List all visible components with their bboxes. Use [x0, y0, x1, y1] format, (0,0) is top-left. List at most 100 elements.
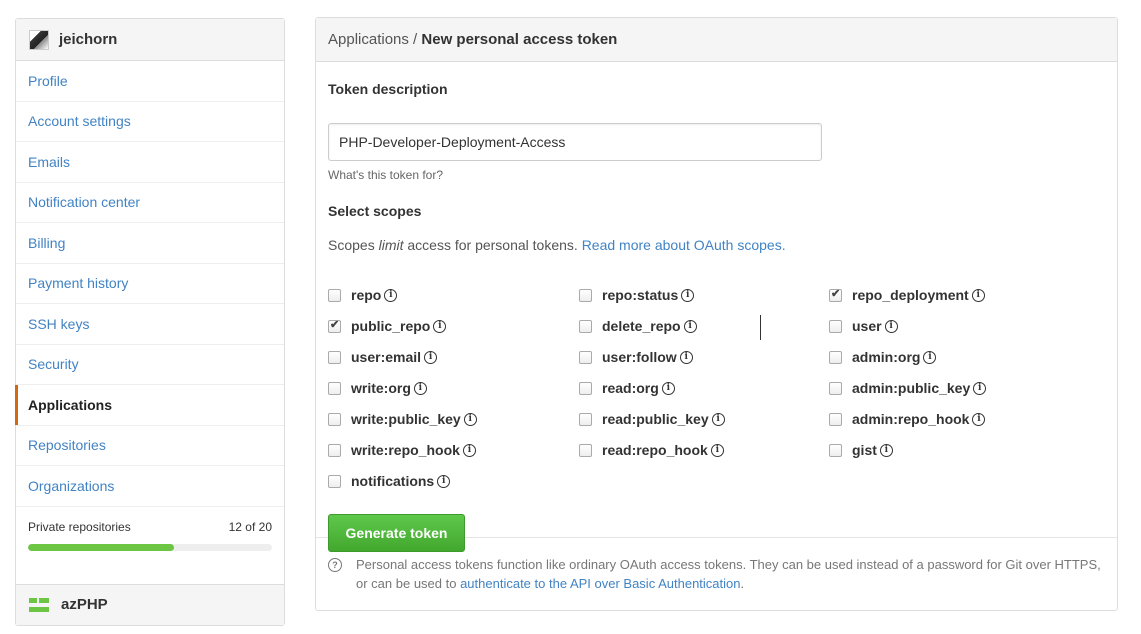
scope-label: admin:repo_hook	[852, 411, 970, 427]
scope-checkbox[interactable]	[829, 412, 842, 426]
scope-notifications[interactable]: notifications i	[328, 473, 451, 489]
token-info-end: .	[740, 576, 745, 591]
scope-checkbox[interactable]	[328, 288, 341, 302]
user-header[interactable]: jeichorn	[16, 19, 284, 61]
sidebar-item-profile[interactable]: Profile	[16, 61, 284, 102]
token-info-footer: ? Personal access tokens function like o…	[316, 538, 1117, 593]
info-icon[interactable]: i	[681, 288, 695, 302]
info-icon[interactable]: i	[971, 288, 985, 302]
scope-checkbox[interactable]	[829, 381, 842, 395]
settings-sidebar: jeichorn Profile Account settings Emails No…	[15, 18, 285, 626]
token-info-text: Personal access tokens function like ord…	[356, 555, 1111, 593]
scope-label: user	[852, 318, 882, 334]
info-icon[interactable]: i	[384, 288, 398, 302]
scope-label: read:public_key	[602, 411, 709, 427]
scope-label: read:org	[602, 380, 659, 396]
info-icon[interactable]: i	[683, 319, 697, 333]
info-icon[interactable]: i	[884, 319, 898, 333]
scope-checkbox[interactable]	[328, 350, 341, 364]
scope-write-public-key[interactable]: write:public_key i	[328, 411, 477, 427]
scope-read-public-key[interactable]: read:public_key i	[579, 411, 725, 427]
scope-read-repo-hook[interactable]: read:repo_hook i	[579, 442, 724, 458]
scope-user-email[interactable]: user:email i	[328, 349, 438, 365]
scope-checkbox[interactable]	[829, 350, 842, 364]
avatar	[29, 29, 49, 50]
scope-checkbox[interactable]	[328, 474, 341, 488]
scope-repo-deployment[interactable]: repo_deploymenti	[829, 287, 985, 303]
scope-admin-public-key[interactable]: admin:public_key i	[829, 380, 987, 396]
sidebar-item-notification-center[interactable]: Notification center	[16, 183, 284, 223]
new-token-panel: Applications / New personal access token…	[315, 17, 1118, 611]
info-icon[interactable]: i	[710, 443, 724, 457]
sidebar-item-organizations[interactable]: Organizations	[16, 466, 284, 507]
private-repositories-meter: Private repositories 12 of 20	[16, 507, 284, 585]
scope-label: write:public_key	[351, 411, 461, 427]
scope-label: admin:public_key	[852, 380, 971, 396]
scope-delete-repo[interactable]: delete_repo i	[579, 318, 697, 334]
scope-label: write:repo_hook	[351, 442, 460, 458]
scope-checkbox[interactable]	[328, 318, 341, 333]
token-description-hint: What's this token for?	[328, 168, 444, 182]
organization-icon	[29, 597, 49, 612]
token-description-input[interactable]	[328, 123, 822, 161]
breadcrumb-current: New personal access token	[421, 31, 618, 48]
oauth-scopes-link[interactable]: Read more about OAuth scopes.	[582, 237, 786, 253]
scope-checkbox[interactable]	[328, 381, 341, 395]
private-repos-label: Private repositories	[28, 519, 131, 534]
private-repos-count: 12 of 20	[228, 519, 272, 534]
scope-checkbox[interactable]	[579, 288, 592, 302]
scope-read-org[interactable]: read:org i	[579, 380, 675, 396]
org-name: azPHP	[61, 596, 108, 613]
basic-auth-link[interactable]: authenticate to the API over Basic Authe…	[460, 576, 740, 591]
sidebar-item-payment-history[interactable]: Payment history	[16, 264, 284, 304]
scope-write-repo-hook[interactable]: write:repo_hook i	[328, 442, 476, 458]
scope-checkbox[interactable]	[829, 319, 842, 333]
scope-label: user:email	[351, 349, 422, 365]
info-icon[interactable]: i	[462, 443, 476, 457]
info-icon[interactable]: i	[413, 381, 427, 395]
private-repos-progress-bar	[28, 543, 272, 551]
sidebar-nav: Profile Account settings Emails Notificatio…	[15, 61, 284, 507]
scope-admin-repo-hook[interactable]: admin:repo_hook i	[829, 411, 986, 427]
scope-write-org[interactable]: write:org i	[328, 380, 427, 396]
breadcrumb-parent[interactable]: Applications	[328, 31, 409, 48]
sidebar-item-security[interactable]: Security	[16, 345, 284, 385]
scope-checkbox[interactable]	[579, 443, 592, 457]
scope-user-follow[interactable]: user:follow i	[579, 349, 693, 365]
org-header[interactable]: azPHP	[16, 584, 284, 625]
scope-user[interactable]: user i	[829, 318, 898, 334]
info-icon[interactable]: i	[424, 350, 438, 364]
info-icon[interactable]: i	[679, 350, 693, 364]
scope-checkbox[interactable]	[579, 319, 592, 333]
info-icon[interactable]: i	[972, 412, 986, 426]
scope-label: notifications	[351, 473, 435, 489]
scope-checkbox[interactable]	[328, 412, 341, 426]
scope-checkbox[interactable]	[829, 443, 842, 457]
scope-checkbox[interactable]	[579, 381, 592, 395]
sidebar-item-emails[interactable]: Emails	[16, 142, 284, 183]
sidebar-item-ssh-keys[interactable]: SSH keys	[16, 304, 284, 345]
scope-admin-org[interactable]: admin:org i	[829, 349, 937, 365]
info-icon[interactable]: i	[463, 412, 477, 426]
info-icon[interactable]: i	[973, 381, 987, 395]
sidebar-item-account-settings[interactable]: Account settings	[16, 102, 284, 142]
info-icon[interactable]: i	[437, 474, 451, 488]
scope-checkbox[interactable]	[829, 287, 842, 302]
info-icon[interactable]: i	[711, 412, 725, 426]
info-icon[interactable]: i	[879, 443, 893, 457]
scope-label: delete_repo	[602, 318, 681, 334]
scope-repo[interactable]: repo i	[328, 287, 398, 303]
info-icon[interactable]: i	[433, 319, 447, 333]
sidebar-item-billing[interactable]: Billing	[16, 223, 284, 264]
scope-gist[interactable]: gist i	[829, 442, 893, 458]
scope-checkbox[interactable]	[579, 350, 592, 364]
scope-checkbox[interactable]	[328, 443, 341, 457]
scope-public-repo[interactable]: public_repoi	[328, 318, 447, 334]
sidebar-item-repositories[interactable]: Repositories	[16, 426, 284, 466]
info-icon[interactable]: i	[923, 350, 937, 364]
info-icon[interactable]: i	[661, 381, 675, 395]
sidebar-item-applications[interactable]: Applications	[15, 385, 284, 426]
scopes-note-emphasis: limit	[378, 237, 404, 253]
scope-checkbox[interactable]	[579, 412, 592, 426]
scope-repo-status[interactable]: repo:status i	[579, 287, 695, 303]
